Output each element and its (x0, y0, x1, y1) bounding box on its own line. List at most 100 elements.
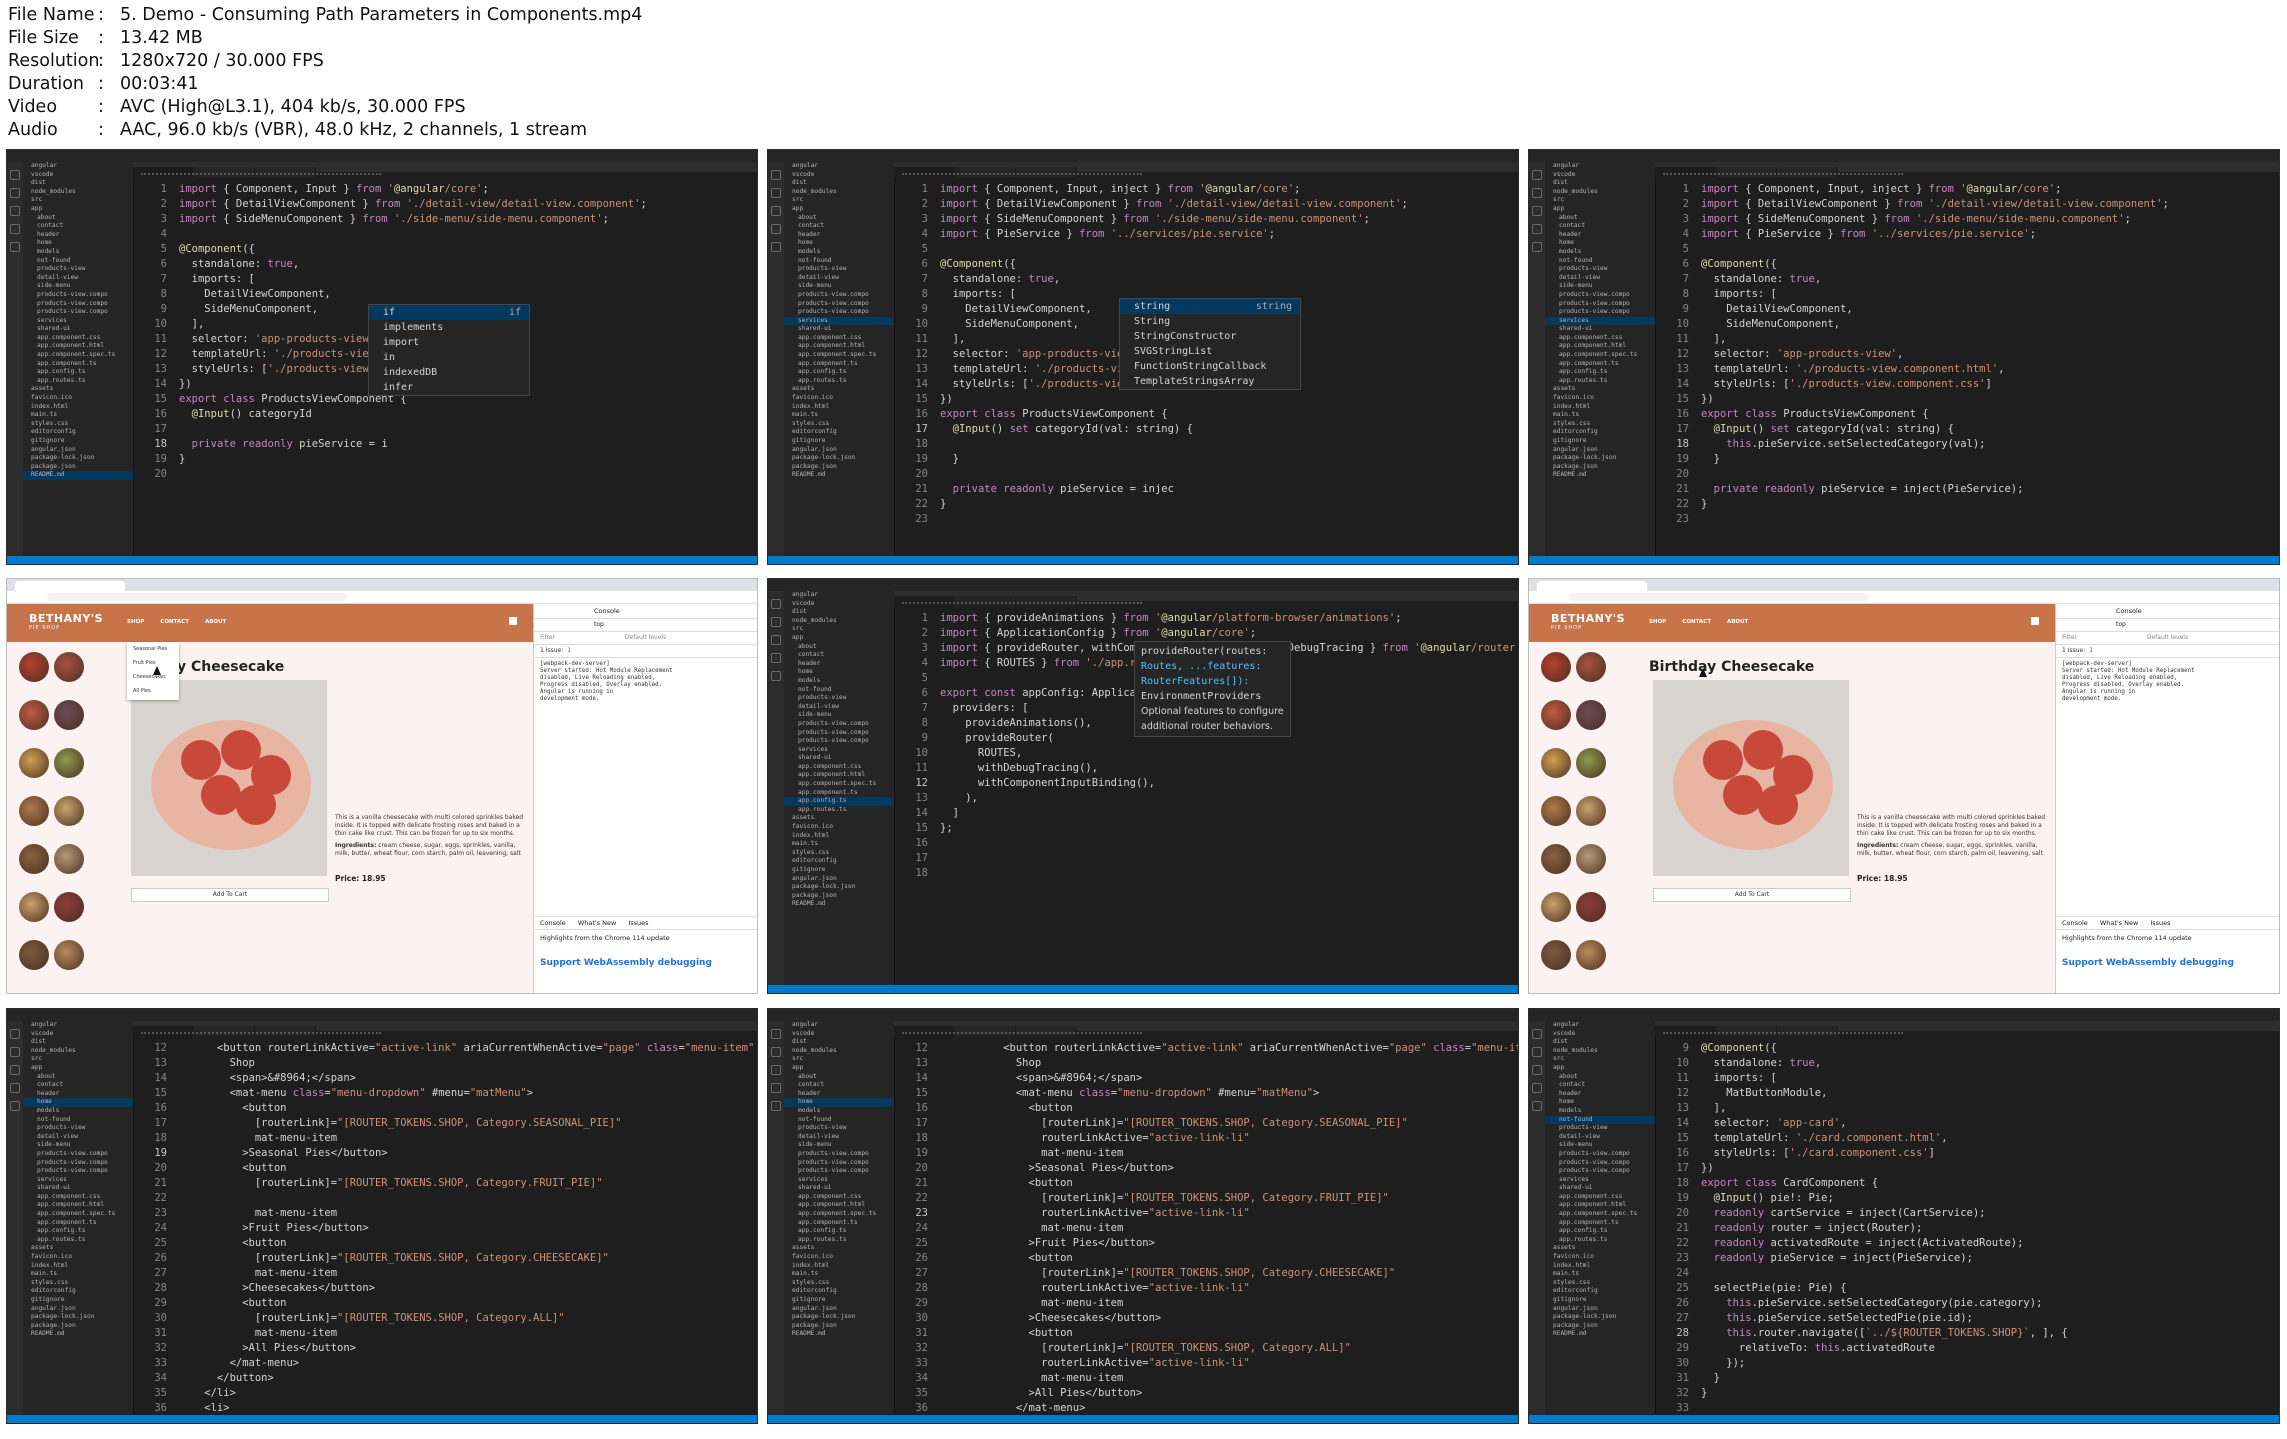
code-line[interactable]: 23 routerLinkActive="active-link-li" (894, 1206, 1518, 1221)
pie-thumbnail[interactable] (1576, 892, 1606, 922)
explorer-item[interactable]: dist (1545, 1038, 1655, 1047)
explorer-item[interactable]: models (1545, 1107, 1655, 1116)
explorer-item[interactable]: not-found (784, 1116, 894, 1125)
dropdown-item[interactable]: Seasonal Pies (127, 642, 179, 656)
explorer-item[interactable]: detail-view (784, 1133, 894, 1142)
explorer-item[interactable]: favicon.ico (1545, 1253, 1655, 1262)
code-line[interactable]: 16 export class ProductsViewComponent { (1655, 407, 2279, 422)
explorer-item[interactable]: home (784, 668, 894, 677)
explorer-item[interactable]: app.component.ts (784, 360, 894, 369)
explorer-item[interactable]: about (784, 1073, 894, 1082)
nav-link-about[interactable]: ABOUT (205, 619, 226, 625)
suggestion-item[interactable]: indexedDB (369, 365, 529, 380)
explorer-item[interactable]: products-view (1545, 1124, 1655, 1133)
explorer-item[interactable]: index.html (784, 1262, 894, 1271)
explorer-item[interactable]: home (23, 239, 133, 248)
explorer-item[interactable]: home (784, 1098, 894, 1107)
code-line[interactable]: 17 (894, 851, 1518, 866)
explorer-item[interactable]: app.component.css (1545, 1193, 1655, 1202)
code-line[interactable]: 35 >All Pies</button> (894, 1386, 1518, 1401)
debug-icon[interactable] (771, 224, 781, 234)
explorer-item[interactable]: shared-ui (1545, 1184, 1655, 1193)
code-line[interactable]: 12 <button routerLinkActive="active-link… (894, 1041, 1518, 1056)
search-icon[interactable] (10, 1047, 20, 1057)
explorer-item[interactable]: vscode (1545, 1030, 1655, 1039)
code-line[interactable]: 8 imports: [ (1655, 287, 2279, 302)
pie-thumbnail[interactable] (54, 748, 84, 778)
explorer-item[interactable]: detail-view (1545, 1133, 1655, 1142)
explorer-item[interactable]: products-view.compo (1545, 1150, 1655, 1159)
code-line[interactable]: 32} (1655, 1386, 2279, 1401)
explorer-item[interactable]: main.ts (23, 1270, 133, 1279)
pie-thumbnail[interactable] (54, 844, 84, 874)
explorer-item[interactable]: about (784, 643, 894, 652)
devtools-tab-console[interactable]: Console (2116, 607, 2142, 615)
code-line[interactable]: 21 readonly router = inject(Router); (1655, 1221, 2279, 1236)
code-line[interactable]: 15 <mat-menu class="menu-dropdown" #menu… (133, 1086, 757, 1101)
code-line[interactable]: 12 MatButtonModule, (1655, 1086, 2279, 1101)
explorer-item[interactable]: angular (784, 162, 894, 171)
search-icon[interactable] (1532, 1047, 1542, 1057)
code-line[interactable]: 5 (1655, 242, 2279, 257)
suggestion-item[interactable]: implements (369, 320, 529, 335)
explorer-item[interactable]: side-menu (23, 282, 133, 291)
explorer-item[interactable]: angular.json (1545, 446, 1655, 455)
explorer-item[interactable]: package.json (784, 1322, 894, 1331)
explorer-item[interactable]: main.ts (23, 411, 133, 420)
pie-thumbnail[interactable] (1576, 940, 1606, 970)
source-control-icon[interactable] (771, 635, 781, 645)
explorer-item[interactable]: contact (784, 651, 894, 660)
code-line[interactable]: 15}; (894, 821, 1518, 836)
explorer-item[interactable]: products-view.compo (784, 1150, 894, 1159)
nav-link-contact[interactable]: CONTACT (1682, 619, 1711, 625)
code-line[interactable]: 17}) (1655, 1161, 2279, 1176)
code-line[interactable]: 30 }); (1655, 1356, 2279, 1371)
code-line[interactable]: 22 (133, 1191, 757, 1206)
code-line[interactable]: 15}) (894, 392, 1518, 407)
code-line[interactable]: 32 >All Pies</button> (133, 1341, 757, 1356)
explorer-item[interactable]: editorconfig (1545, 428, 1655, 437)
explorer-item[interactable]: products-view (784, 265, 894, 274)
explorer-item[interactable]: package-lock.json (784, 1313, 894, 1322)
code-line[interactable]: 16 <button (133, 1101, 757, 1116)
code-line[interactable]: 1 import { Component, Input, inject } fro… (1655, 182, 2279, 197)
explorer-item[interactable]: app.component.html (1545, 1201, 1655, 1210)
code-line[interactable]: 3 import { SideMenuComponent } from './si… (894, 212, 1518, 227)
code-line[interactable]: 2 import { ApplicationConfig } from '@ang… (894, 626, 1518, 641)
code-line[interactable]: 28 >Cheesecakes</button> (133, 1281, 757, 1296)
explorer-item[interactable]: products-view.compo (784, 1159, 894, 1168)
explorer-item[interactable]: gitignore (784, 866, 894, 875)
code-line[interactable]: 22} (1655, 497, 2279, 512)
explorer-item[interactable]: products-view.compo (23, 308, 133, 317)
explorer-item[interactable]: app.component.ts (1545, 1219, 1655, 1228)
site-logo[interactable]: BETHANY'S PIE SHOP (1551, 612, 1625, 631)
explorer-item[interactable]: favicon.ico (23, 1253, 133, 1262)
explorer-item[interactable]: styles.css (784, 849, 894, 858)
code-line[interactable]: 19} (133, 452, 757, 467)
explorer-item[interactable]: products-view (23, 265, 133, 274)
explorer-item[interactable]: package-lock.json (784, 454, 894, 463)
debug-icon[interactable] (10, 224, 20, 234)
pie-thumbnail[interactable] (1576, 748, 1606, 778)
suggestion-item[interactable]: import (369, 335, 529, 350)
code-line[interactable]: 25 <button (133, 1236, 757, 1251)
explorer-item[interactable]: app.component.css (23, 1193, 133, 1202)
explorer-item[interactable]: node_modules (784, 1047, 894, 1056)
explorer-item[interactable]: services (23, 317, 133, 326)
code-line[interactable]: 14 selector: 'app-card', (1655, 1116, 2279, 1131)
issue-count-badge[interactable]: 1 (2089, 647, 2093, 654)
pie-thumbnail[interactable] (19, 796, 49, 826)
explorer-item[interactable]: detail-view (784, 274, 894, 283)
explorer-item[interactable]: app.component.ts (784, 1219, 894, 1228)
code-line[interactable]: 12 <button routerLinkActive="active-link… (133, 1041, 757, 1056)
explorer-item[interactable]: products-view (23, 1124, 133, 1133)
files-icon[interactable] (1532, 170, 1542, 180)
explorer-item[interactable]: header (23, 231, 133, 240)
explorer-item[interactable]: app.routes.ts (784, 1236, 894, 1245)
code-line[interactable]: 11 ], (1655, 332, 2279, 347)
explorer-item[interactable]: vscode (1545, 171, 1655, 180)
explorer-item[interactable]: app.config.ts (23, 1227, 133, 1236)
explorer-item[interactable]: shared-ui (784, 754, 894, 763)
code-line[interactable]: 6 @Component({ (1655, 257, 2279, 272)
explorer-item[interactable]: not-found (1545, 257, 1655, 266)
